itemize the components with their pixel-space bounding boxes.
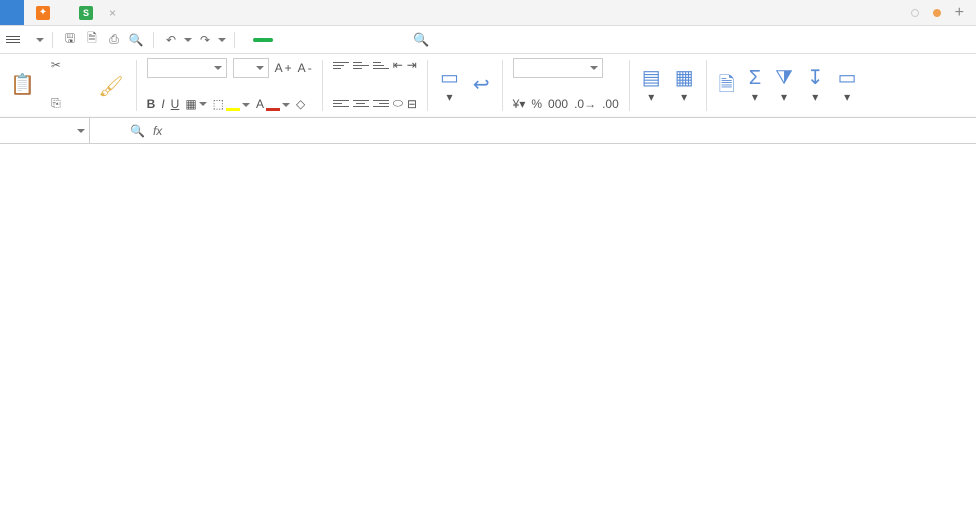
doc-helper-button[interactable]: 🗎: [715, 56, 739, 115]
wrap-text-button[interactable]: ↩: [469, 56, 494, 115]
chevron-down-icon[interactable]: [184, 38, 192, 46]
chevron-down-icon: [36, 38, 44, 46]
spreadsheet-icon: S: [79, 6, 93, 20]
number-format-select[interactable]: [513, 58, 603, 78]
copy-icon: ⎘: [47, 96, 65, 111]
clear-format-button[interactable]: ◇: [296, 97, 305, 111]
underline-button[interactable]: U: [171, 97, 180, 111]
decrease-decimal-button[interactable]: .00: [602, 97, 619, 111]
increase-indent-button[interactable]: ⇥: [407, 58, 417, 72]
align-top-button[interactable]: [333, 58, 349, 72]
save-as-icon[interactable]: 🗎: [83, 29, 101, 50]
align-bottom-button[interactable]: [373, 58, 389, 72]
merge-icon: ▭: [440, 68, 459, 88]
align-right-button[interactable]: [373, 97, 389, 111]
sort-icon: ↧: [807, 68, 824, 88]
increase-font-button[interactable]: A+: [275, 61, 292, 75]
window-state-icon[interactable]: [911, 9, 919, 17]
file-menu-bar: 🖫 🗎 ⎙ 🔍 ↶ ↷ 🔍: [0, 26, 976, 54]
sum-button[interactable]: Σ▾: [745, 56, 765, 115]
increase-decimal-button[interactable]: .0→: [574, 97, 596, 111]
align-left-button[interactable]: [333, 97, 349, 111]
align-middle-button[interactable]: [353, 58, 369, 72]
chevron-down-icon[interactable]: [218, 38, 226, 46]
menu-start[interactable]: [253, 38, 273, 42]
table-style-button[interactable]: ▦▾: [671, 56, 698, 115]
funnel-icon: ⧩: [775, 68, 793, 88]
decrease-indent-button[interactable]: ⇤: [393, 58, 403, 72]
merge-split-button[interactable]: ⊟: [407, 97, 417, 111]
tab-daoke[interactable]: ✦: [24, 0, 67, 25]
flame-icon: ✦: [36, 6, 50, 20]
conditional-format-button[interactable]: ▤▾: [638, 56, 665, 115]
sort-button[interactable]: ↧▾: [803, 56, 828, 115]
doc-icon: 🗎: [719, 75, 735, 95]
decrease-font-button[interactable]: A-: [298, 61, 312, 75]
comma-button[interactable]: 000: [548, 97, 568, 111]
orientation-button[interactable]: ⬭: [393, 96, 403, 111]
ribbon-toolbar: 📋 ✂ ⎘ 🖌 A+ A- B I U ▦ ⬚ A ◇ ⇤: [0, 54, 976, 118]
formula-bar: 🔍 fx: [0, 118, 976, 144]
sigma-icon: Σ: [749, 68, 761, 88]
undo-icon[interactable]: ↶: [162, 33, 180, 47]
search-icon: 🔍: [413, 32, 429, 48]
hamburger-icon[interactable]: [6, 36, 20, 43]
chevron-down-icon: [214, 66, 222, 74]
merge-center-button[interactable]: ▭▾: [436, 56, 463, 115]
document-tab-bar: ✦ S × +: [0, 0, 976, 26]
format-button[interactable]: ▭▾: [834, 56, 861, 115]
wrap-icon: ↩: [473, 75, 490, 95]
border-button[interactable]: ▦: [185, 97, 206, 111]
bold-button[interactable]: B: [147, 97, 156, 111]
filter-button[interactable]: ⧩▾: [771, 56, 797, 115]
fill-button[interactable]: [867, 56, 875, 115]
font-name-select[interactable]: [147, 58, 227, 78]
scissors-icon: ✂: [47, 58, 65, 72]
align-center-button[interactable]: [353, 97, 369, 111]
paste-button[interactable]: 📋: [6, 56, 39, 115]
print-icon[interactable]: ⎙: [105, 32, 123, 47]
preview-icon[interactable]: 🔍: [127, 33, 145, 47]
new-tab-button[interactable]: +: [955, 4, 964, 22]
tab-workbook[interactable]: S ×: [67, 0, 128, 25]
format-icon: ▭: [838, 68, 857, 88]
fx-icon[interactable]: fx: [153, 124, 162, 138]
table-style-icon: ▦: [675, 68, 694, 88]
close-tab-icon[interactable]: ×: [109, 6, 116, 20]
font-color-button[interactable]: A: [256, 97, 290, 111]
chevron-down-icon: [256, 66, 264, 74]
window-modified-icon: [933, 9, 941, 17]
tab-home[interactable]: [0, 0, 24, 25]
name-box[interactable]: [0, 118, 90, 143]
save-icon[interactable]: 🖫: [61, 29, 79, 50]
find-button[interactable]: 🔍: [413, 32, 432, 48]
zoom-icon[interactable]: 🔍: [130, 124, 145, 138]
brush-icon: 🖌: [98, 77, 123, 97]
redo-icon[interactable]: ↷: [196, 33, 214, 47]
percent-button[interactable]: %: [531, 97, 542, 111]
italic-button[interactable]: I: [161, 97, 164, 111]
currency-button[interactable]: ¥▾: [513, 97, 526, 111]
clipboard-icon: 📋: [10, 75, 35, 95]
format-painter-large[interactable]: 🖌: [94, 56, 127, 115]
cond-format-icon: ▤: [642, 68, 661, 88]
fill-color-button[interactable]: ⬚: [213, 97, 250, 111]
font-size-select[interactable]: [233, 58, 269, 78]
